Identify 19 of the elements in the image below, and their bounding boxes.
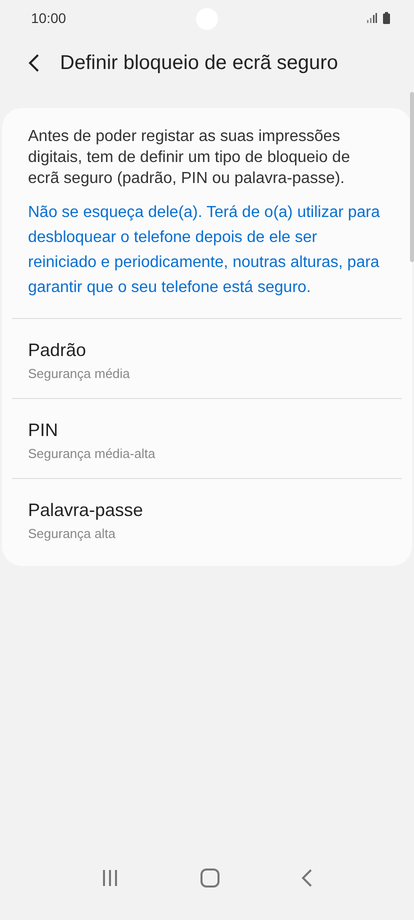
page-title: Definir bloqueio de ecrã seguro: [60, 52, 338, 74]
back-icon[interactable]: [301, 869, 314, 887]
signal-icon: [367, 13, 377, 23]
option-subtitle: Segurança média-alta: [28, 446, 156, 461]
option-title: Padrão: [28, 340, 88, 361]
battery-icon: [383, 12, 390, 24]
status-time: 10:00: [31, 10, 66, 26]
recent-apps-icon[interactable]: [100, 869, 119, 887]
warning-text: Não se esqueça dele(a). Terá de o(a) utilizar para desbloquear o telefone depois de ele ser reiniciado e periodicamente, noutras alturas, para garantir que o seu telefone está seguro.: [28, 203, 381, 298]
option-title: PIN: [28, 420, 60, 441]
back-button[interactable]: [28, 53, 40, 73]
intro-text: Antes de poder registar as suas impressões digitais, tem de definir um tipo de bloqueio de ecrã seguro (padrão, PIN ou palavra-passe).: [28, 127, 351, 189]
option-subtitle: Segurança média: [28, 366, 131, 381]
option-subtitle: Segurança alta: [28, 526, 116, 541]
option-title: Palavra-passe: [28, 500, 144, 521]
lock-option[interactable]: PIN Segurança média-alta: [12, 398, 402, 478]
lock-option[interactable]: Padrão Segurança média: [12, 318, 402, 398]
lock-option[interactable]: Palavra-passe Segurança alta: [12, 478, 402, 558]
home-icon[interactable]: [200, 868, 220, 888]
